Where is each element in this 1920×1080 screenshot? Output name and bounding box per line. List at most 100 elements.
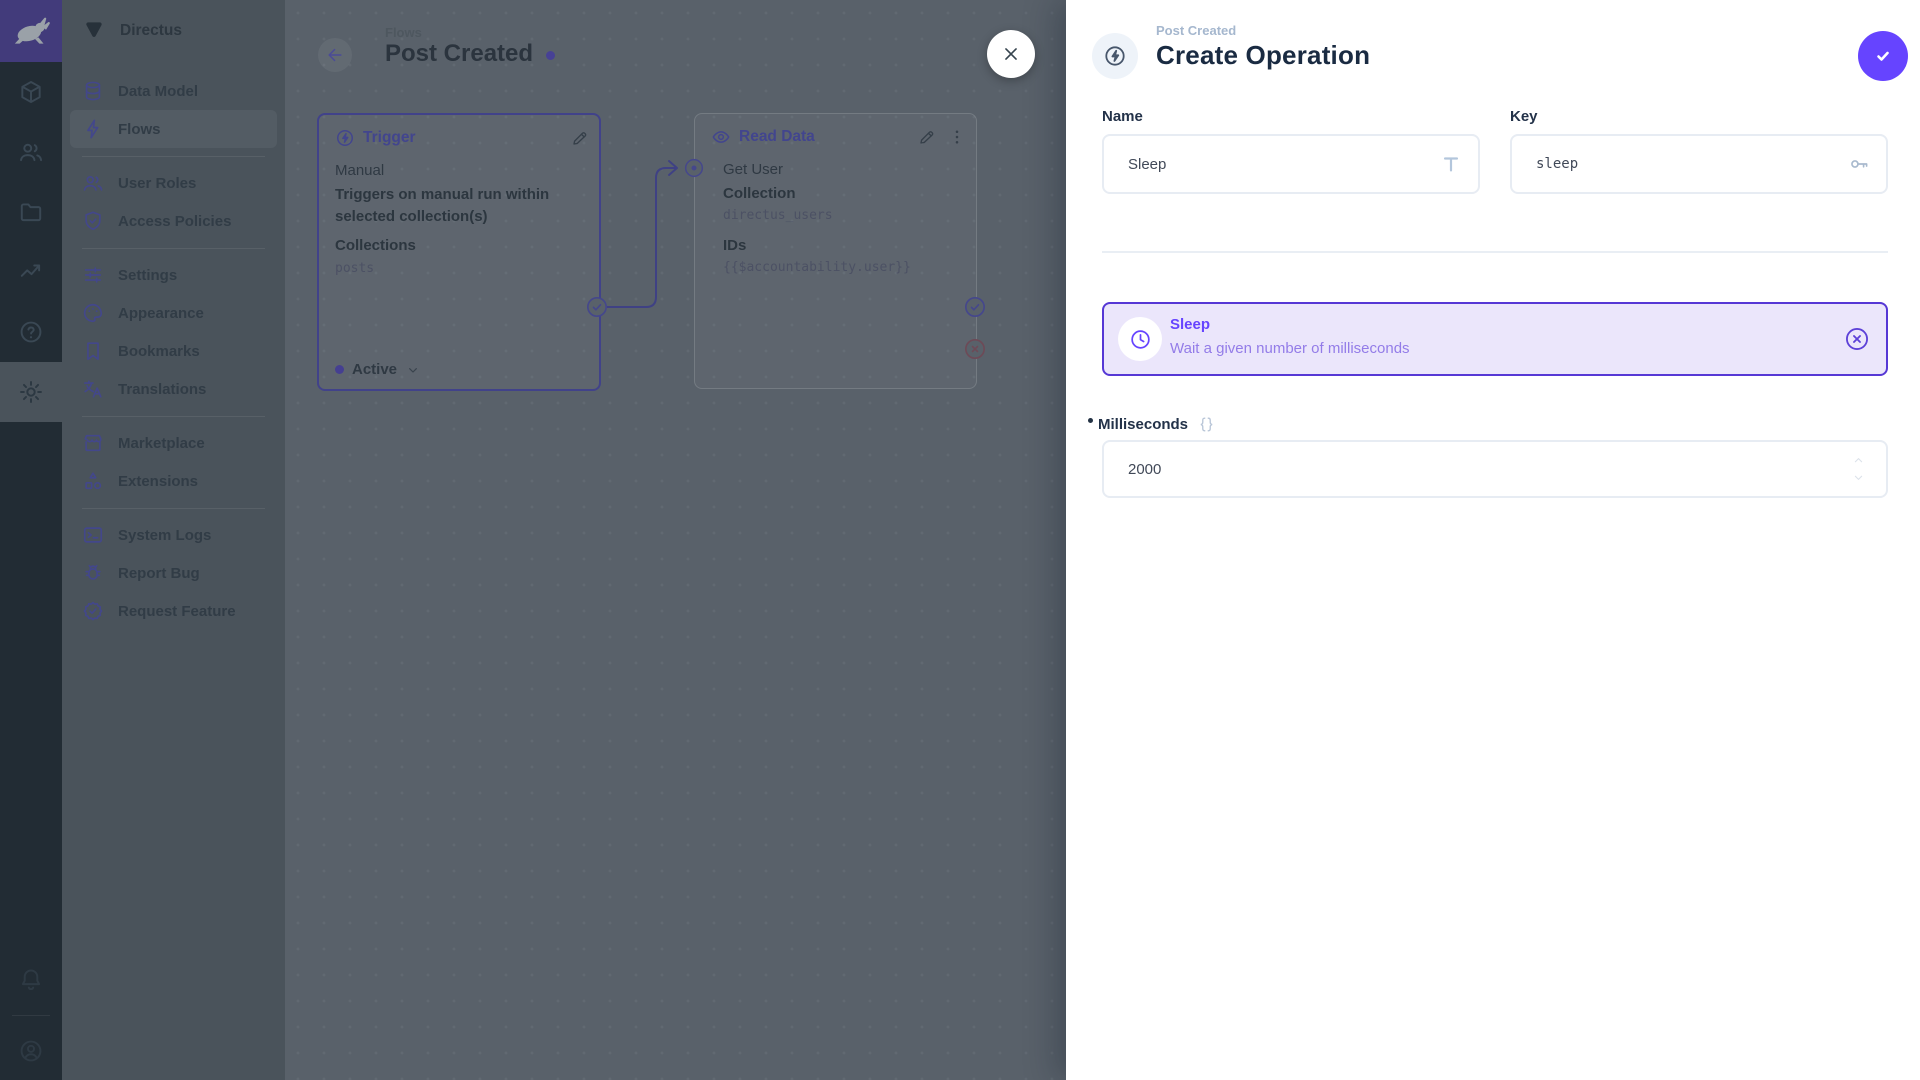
- module-help[interactable]: [0, 302, 62, 362]
- module-settings[interactable]: [0, 362, 62, 422]
- collection-label: Collection: [723, 185, 796, 202]
- arrow-left-icon: [325, 45, 345, 65]
- title-format-icon: [1440, 153, 1462, 175]
- trigger-panel[interactable]: Trigger Manual Triggers on manual run wi…: [317, 113, 601, 391]
- module-users[interactable]: [0, 122, 62, 182]
- flow-title-text: Post Created: [385, 40, 534, 67]
- help-icon: [18, 319, 44, 345]
- terminal-icon: [82, 524, 104, 546]
- module-insights[interactable]: [0, 242, 62, 302]
- rabbit-logo-icon: [12, 12, 50, 50]
- drawer-divider: [1102, 251, 1888, 253]
- badge-check-icon: [82, 600, 104, 622]
- milliseconds-label-row: Milliseconds: [1088, 415, 1216, 434]
- sidebar-item-label: System Logs: [118, 526, 212, 544]
- deselect-operation-button[interactable]: [1844, 326, 1870, 352]
- sidebar-item-marketplace[interactable]: Marketplace: [70, 424, 277, 462]
- key-icon: [1848, 153, 1870, 175]
- name-field-box: [1102, 134, 1546, 194]
- sidebar-item-appearance[interactable]: Appearance: [70, 294, 277, 332]
- sidebar-item-label: Marketplace: [118, 434, 205, 452]
- trigger-panel-header: Trigger: [335, 128, 589, 148]
- name-input[interactable]: [1104, 136, 1546, 192]
- milliseconds-input[interactable]: [1104, 442, 1920, 496]
- stepper-up-icon[interactable]: [1851, 453, 1866, 468]
- sidebar-item-label: Appearance: [118, 304, 204, 322]
- directus-logo-button[interactable]: [0, 0, 62, 62]
- settings-nav-sidebar: Directus Data Model Flows User Roles Access…: [62, 0, 285, 1080]
- operation-name: Get User: [723, 161, 784, 178]
- sidebar-item-label: Request Feature: [118, 602, 236, 620]
- key-label: Key: [1510, 108, 1538, 125]
- read-data-resolve-connector[interactable]: [964, 296, 986, 318]
- sidebar-divider: [82, 416, 265, 417]
- sidebar-item-translations[interactable]: Translations: [70, 370, 277, 408]
- more-options-icon[interactable]: [948, 128, 966, 146]
- stepper-down-icon[interactable]: [1851, 470, 1866, 485]
- sidebar-item-data-model[interactable]: Data Model: [70, 72, 277, 110]
- read-data-input-connector[interactable]: [684, 158, 704, 178]
- operation-card-description: Wait a given number of milliseconds: [1170, 340, 1410, 357]
- ids-value: {{$accountability.user}}: [723, 260, 911, 275]
- sidebar-item-access-policies[interactable]: Access Policies: [70, 202, 277, 240]
- read-data-panel[interactable]: Read Data Get User Collection directus_u…: [694, 113, 977, 389]
- selected-operation-card: Sleep Wait a given number of millisecond…: [1102, 302, 1888, 376]
- edit-operation-icon[interactable]: [918, 128, 936, 146]
- sidebar-item-flows[interactable]: Flows: [70, 110, 277, 148]
- bolt-icon: [82, 118, 104, 140]
- sidebar-item-bookmarks[interactable]: Bookmarks: [70, 332, 277, 370]
- close-drawer-button[interactable]: [987, 30, 1035, 78]
- sidebar-divider: [82, 248, 265, 249]
- read-data-panel-header: Read Data: [711, 127, 966, 147]
- sidebar-item-label: Settings: [118, 266, 178, 284]
- module-bar-divider: [12, 1015, 50, 1016]
- sidebar-item-report-bug[interactable]: Report Bug: [70, 554, 277, 592]
- module-bar: [0, 0, 62, 1080]
- module-content[interactable]: [0, 62, 62, 122]
- page-title: Post Created: [385, 40, 556, 68]
- sidebar-item-request-feature[interactable]: Request Feature: [70, 592, 277, 630]
- notifications-button[interactable]: [0, 951, 62, 1009]
- project-logo-icon: [81, 18, 107, 44]
- activity-icon: [18, 259, 44, 285]
- sidebar-item-user-roles[interactable]: User Roles: [70, 164, 277, 202]
- sidebar-item-system-logs[interactable]: System Logs: [70, 516, 277, 554]
- project-header[interactable]: Directus: [62, 0, 285, 62]
- collections-label: Collections: [335, 237, 416, 254]
- chevron-down-icon: [405, 362, 421, 378]
- milliseconds-label: Milliseconds: [1098, 416, 1189, 433]
- flow-status-toggle[interactable]: Active: [335, 361, 421, 378]
- operation-type-chip: [1118, 317, 1162, 361]
- operation-chip-icon: [1103, 44, 1127, 68]
- module-bar-bottom: [0, 951, 62, 1080]
- trigger-resolve-connector[interactable]: [586, 296, 608, 318]
- read-data-reject-connector[interactable]: [964, 338, 986, 360]
- save-button[interactable]: [1858, 31, 1908, 81]
- breadcrumb[interactable]: Flows: [385, 25, 422, 40]
- sidebar-item-label: Bookmarks: [118, 342, 200, 360]
- required-indicator: [1088, 418, 1093, 423]
- check-icon: [1871, 44, 1895, 68]
- drawer-header-chip: [1092, 33, 1138, 79]
- user-avatar-button[interactable]: [0, 1022, 62, 1080]
- drawer-breadcrumb: Post Created: [1156, 23, 1237, 38]
- close-icon: [1000, 43, 1022, 65]
- module-files[interactable]: [0, 182, 62, 242]
- operation-card-title: Sleep: [1170, 316, 1211, 333]
- palette-icon: [82, 302, 104, 324]
- trigger-icon: [335, 128, 355, 148]
- back-button[interactable]: [318, 38, 352, 72]
- edit-trigger-icon[interactable]: [571, 129, 589, 147]
- sidebar-item-settings[interactable]: Settings: [70, 256, 277, 294]
- users-icon: [18, 139, 44, 165]
- cube-icon: [18, 79, 44, 105]
- drawer-title: Create Operation: [1156, 40, 1371, 70]
- sidebar-item-label: Access Policies: [118, 212, 232, 230]
- sidebar-item-extensions[interactable]: Extensions: [70, 462, 277, 500]
- folder-icon: [18, 199, 44, 225]
- number-stepper: [1851, 442, 1866, 496]
- milliseconds-field-box: [1102, 440, 1920, 498]
- clock-icon: [1129, 328, 1152, 351]
- project-name: Directus: [120, 22, 183, 39]
- raw-value-braces-icon[interactable]: [1197, 415, 1216, 434]
